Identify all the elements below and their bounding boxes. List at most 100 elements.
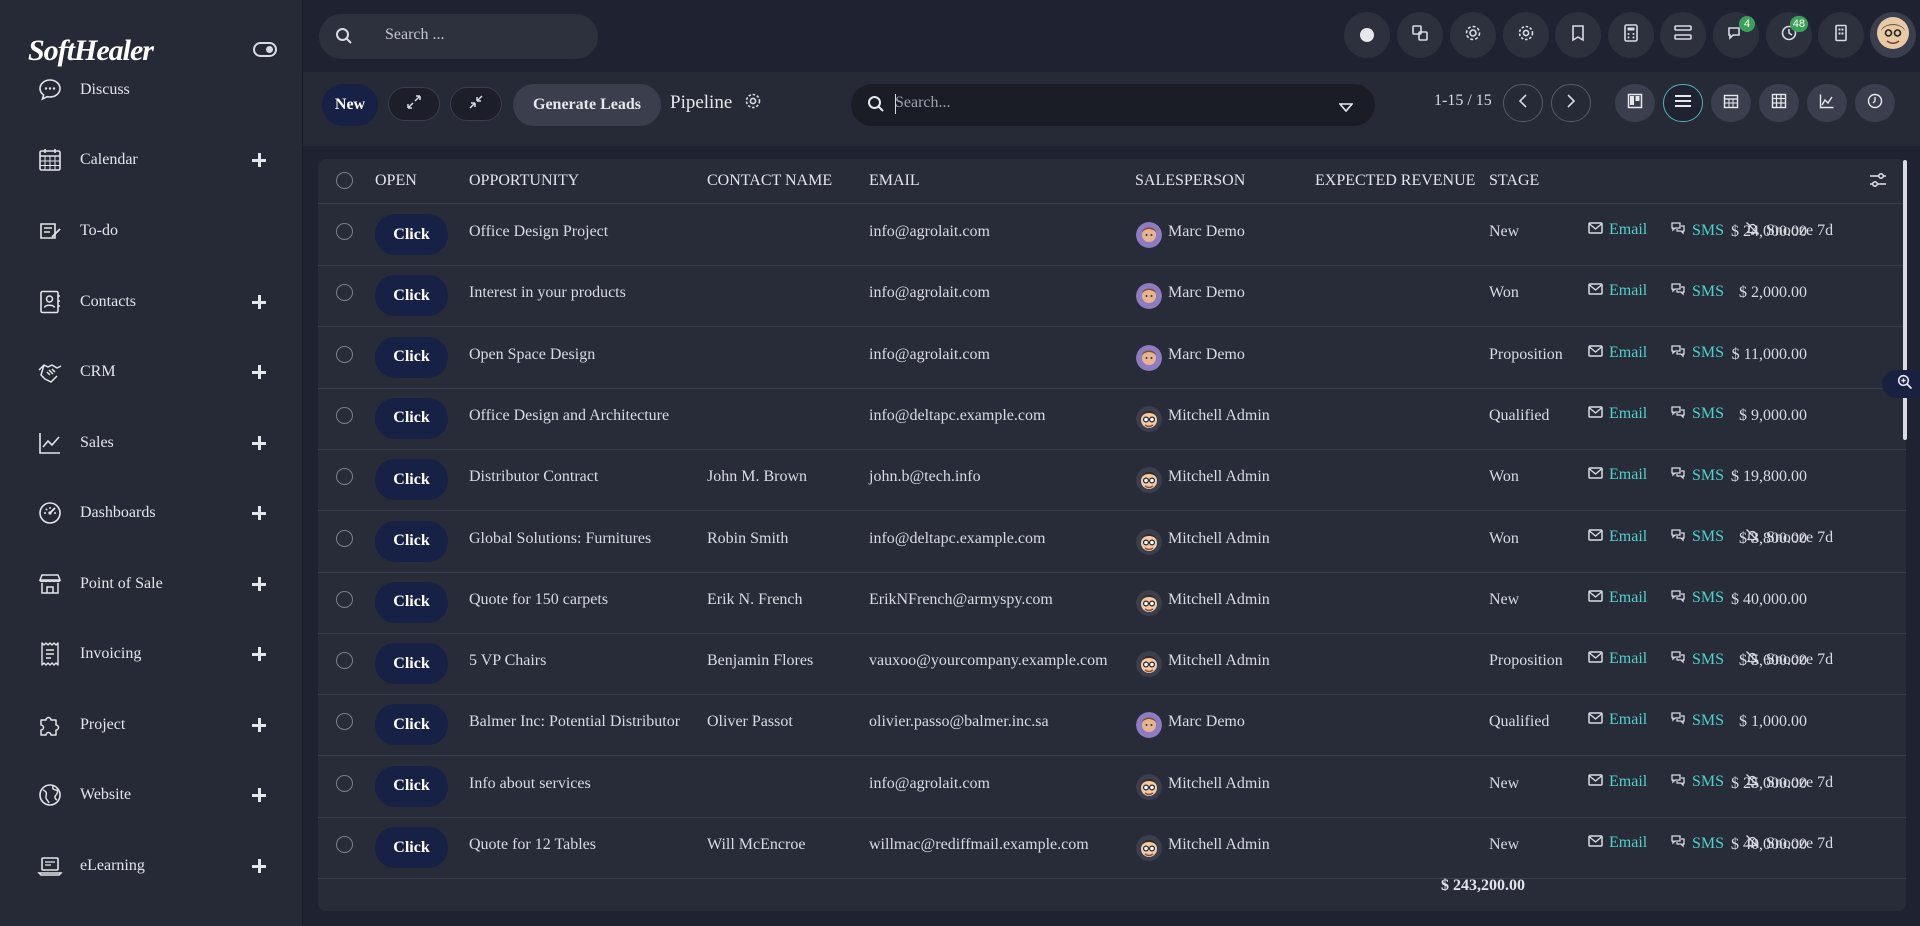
status-dot-button[interactable] bbox=[1344, 12, 1390, 58]
table-scrollbar[interactable] bbox=[1903, 160, 1907, 440]
snooze-action-button[interactable]: Snooze 7d bbox=[1745, 773, 1833, 793]
translate-button[interactable] bbox=[1397, 12, 1443, 58]
table-row[interactable]: Click Office Design and Architecture info@… bbox=[318, 388, 1906, 450]
add-sales-icon[interactable] bbox=[251, 435, 267, 451]
settings-button[interactable] bbox=[1503, 12, 1549, 58]
add-point-of-sale-icon[interactable] bbox=[251, 576, 267, 592]
snooze-action-button[interactable]: Snooze 7d bbox=[1745, 528, 1833, 548]
add-dashboards-icon[interactable] bbox=[251, 505, 267, 521]
sms-action-button[interactable]: SMS bbox=[1670, 405, 1724, 424]
add-invoicing-icon[interactable] bbox=[251, 646, 267, 662]
table-row[interactable]: Click Interest in your products info@agrol… bbox=[318, 265, 1906, 328]
table-row[interactable]: Click Info about services info@agrolait.co… bbox=[318, 756, 1906, 818]
pipeline-gear-icon[interactable] bbox=[744, 92, 762, 115]
open-record-button[interactable]: Click bbox=[375, 643, 448, 685]
sms-action-button[interactable]: SMS bbox=[1670, 221, 1724, 240]
add-elearning-icon[interactable] bbox=[251, 858, 267, 874]
zoom-button[interactable] bbox=[1882, 370, 1920, 398]
column-opportunity[interactable]: OPPORTUNITY bbox=[469, 172, 579, 190]
snooze-action-button[interactable]: Snooze 7d bbox=[1745, 834, 1833, 854]
open-record-button[interactable]: Click bbox=[375, 275, 448, 317]
table-row[interactable]: Click Balmer Inc: Potential Distributor Ol… bbox=[318, 694, 1906, 757]
row-checkbox[interactable] bbox=[336, 774, 353, 792]
debug-settings-button[interactable] bbox=[1450, 12, 1496, 58]
open-record-button[interactable]: Click bbox=[375, 520, 448, 562]
add-website-icon[interactable] bbox=[251, 787, 267, 803]
graph-view-button[interactable] bbox=[1807, 84, 1847, 122]
column-salesperson[interactable]: SALESPERSON bbox=[1135, 172, 1245, 190]
row-checkbox[interactable] bbox=[336, 223, 353, 240]
open-record-button[interactable]: Click bbox=[375, 827, 448, 868]
column-contact-name[interactable]: CONTACT NAME bbox=[707, 172, 832, 190]
table-row[interactable]: Click Quote for 12 Tables Will McEncroe wil… bbox=[318, 817, 1906, 879]
table-row[interactable]: Click 5 VP Chairs Benjamin Flores vauxoo@yo… bbox=[318, 633, 1906, 696]
open-record-button[interactable]: Click bbox=[375, 765, 448, 807]
optional-columns-icon[interactable] bbox=[1869, 172, 1887, 193]
snooze-action-button[interactable]: Snooze 7d bbox=[1745, 650, 1833, 670]
sidebar-item-discuss[interactable]: Discuss bbox=[0, 65, 302, 115]
open-record-button[interactable]: Click bbox=[375, 459, 448, 501]
collapse-button[interactable] bbox=[450, 87, 502, 121]
row-checkbox[interactable] bbox=[336, 468, 353, 486]
pivot-view-button[interactable] bbox=[1759, 84, 1799, 122]
row-checkbox[interactable] bbox=[336, 590, 353, 608]
kanban-view-button[interactable] bbox=[1615, 84, 1655, 122]
row-checkbox[interactable] bbox=[336, 284, 353, 302]
email-action-button[interactable]: Email bbox=[1588, 834, 1647, 852]
column-stage[interactable]: STAGE bbox=[1489, 172, 1539, 190]
user-avatar-button[interactable] bbox=[1870, 12, 1916, 58]
open-record-button[interactable]: Click bbox=[375, 704, 448, 746]
email-action-button[interactable]: Email bbox=[1588, 589, 1647, 607]
table-row[interactable]: Click Global Solutions: Furnitures Robin S… bbox=[318, 511, 1906, 573]
sms-action-button[interactable]: SMS bbox=[1670, 834, 1724, 853]
row-checkbox[interactable] bbox=[336, 836, 353, 853]
open-record-button[interactable]: Click bbox=[375, 336, 448, 378]
pager-previous-button[interactable] bbox=[1503, 84, 1543, 122]
email-action-button[interactable]: Email bbox=[1588, 344, 1647, 362]
email-action-button[interactable]: Email bbox=[1588, 405, 1647, 423]
email-action-button[interactable]: Email bbox=[1588, 282, 1647, 300]
view-search-input[interactable]: Search... bbox=[851, 84, 1375, 126]
open-record-button[interactable]: Click bbox=[375, 581, 448, 623]
row-checkbox[interactable] bbox=[336, 652, 353, 670]
new-button[interactable]: New bbox=[322, 84, 378, 126]
sidebar-item-contacts[interactable]: Contacts bbox=[0, 277, 302, 327]
open-record-button[interactable]: Click bbox=[375, 397, 448, 439]
messages-button[interactable]: 4 bbox=[1713, 12, 1759, 58]
column-expected-revenue[interactable]: EXPECTED REVENUE bbox=[1315, 172, 1475, 190]
sms-action-button[interactable]: SMS bbox=[1670, 650, 1724, 669]
sidebar-item-calendar[interactable]: Calendar bbox=[0, 135, 302, 185]
snooze-action-button[interactable]: Snooze 7d bbox=[1745, 221, 1833, 241]
sidebar-item-elearning[interactable]: eLearning bbox=[0, 841, 302, 891]
table-row[interactable]: Click Distributor Contract John M. Brown jo… bbox=[318, 449, 1906, 512]
filter-dropdown-icon[interactable] bbox=[1338, 98, 1354, 118]
layout-toggle-button[interactable] bbox=[1660, 12, 1706, 58]
email-action-button[interactable]: Email bbox=[1588, 650, 1647, 668]
select-all-checkbox[interactable] bbox=[336, 172, 353, 189]
pager-next-button[interactable] bbox=[1551, 84, 1591, 122]
column-email[interactable]: EMAIL bbox=[869, 172, 920, 190]
email-action-button[interactable]: Email bbox=[1588, 711, 1647, 729]
add-crm-icon[interactable] bbox=[251, 364, 267, 380]
column-open[interactable]: OPEN bbox=[375, 172, 417, 190]
activity-view-button[interactable] bbox=[1855, 84, 1895, 122]
sms-action-button[interactable]: SMS bbox=[1670, 773, 1724, 792]
generate-leads-button[interactable]: Generate Leads bbox=[513, 84, 661, 126]
row-checkbox[interactable] bbox=[336, 713, 353, 731]
sidebar-item-dashboards[interactable]: Dashboards bbox=[0, 488, 302, 538]
sms-action-button[interactable]: SMS bbox=[1670, 466, 1724, 485]
bookmark-button[interactable] bbox=[1555, 12, 1601, 58]
email-action-button[interactable]: Email bbox=[1588, 773, 1647, 791]
add-project-icon[interactable] bbox=[251, 717, 267, 733]
activities-button[interactable]: 48 bbox=[1766, 12, 1812, 58]
expand-button[interactable] bbox=[388, 87, 440, 121]
company-button[interactable] bbox=[1818, 12, 1864, 58]
pager-value[interactable]: 1-15 / 15 bbox=[1434, 92, 1492, 110]
sms-action-button[interactable]: SMS bbox=[1670, 282, 1724, 301]
table-row[interactable]: Click Office Design Project info@agrolait.… bbox=[318, 204, 1906, 266]
email-action-button[interactable]: Email bbox=[1588, 528, 1647, 546]
sidebar-item-crm[interactable]: CRM bbox=[0, 347, 302, 397]
table-row[interactable]: Click Open Space Design info@agrolait.com M… bbox=[318, 327, 1906, 389]
sms-action-button[interactable]: SMS bbox=[1670, 528, 1724, 547]
sidebar-item-invoicing[interactable]: Invoicing bbox=[0, 629, 302, 679]
